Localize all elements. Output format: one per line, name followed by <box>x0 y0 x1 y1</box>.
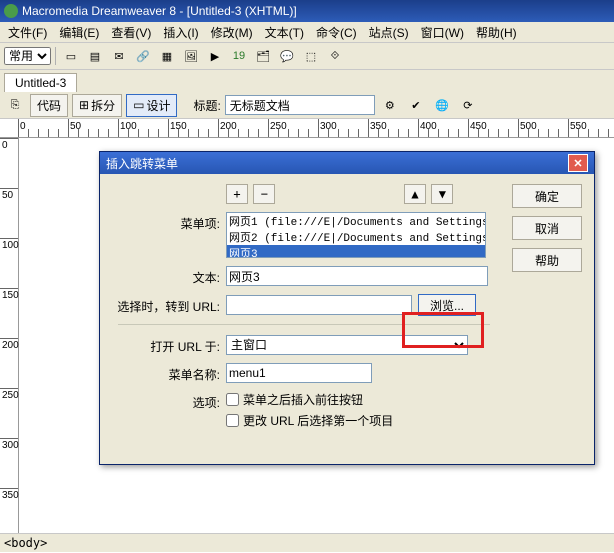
url-label: 选择时，转到 URL: <box>110 295 226 315</box>
toolbar-icon[interactable]: ✉ <box>108 45 130 67</box>
browse-button[interactable]: 浏览... <box>418 294 476 316</box>
insert-jump-menu-dialog: 插入跳转菜单 ✕ 确定 取消 帮助 + − ▲ ▼ 菜单项: <box>99 151 595 465</box>
document-tab-row: Untitled-3 <box>0 70 614 92</box>
open-in-label: 打开 URL 于: <box>110 335 226 355</box>
menu-bar: 文件(F) 编辑(E) 查看(V) 插入(I) 修改(M) 文本(T) 命令(C… <box>0 22 614 43</box>
menu-view[interactable]: 查看(V) <box>105 22 157 43</box>
document-toolbar: ⎘ 代码 ⊞ 拆分 ▭ 设计 标题: ⚙ ✔ 🌐 ⟳ <box>0 92 614 119</box>
ok-button[interactable]: 确定 <box>512 184 582 208</box>
code-only-icon[interactable]: ⎘ <box>4 94 26 116</box>
menu-insert[interactable]: 插入(I) <box>157 22 204 43</box>
toolbar-icon[interactable]: 💬 <box>276 45 298 67</box>
menu-modify[interactable]: 修改(M) <box>205 22 259 43</box>
view-code-button[interactable]: 代码 <box>30 94 68 117</box>
app-logo-icon <box>4 4 18 18</box>
window-title: Macromedia Dreamweaver 8 - [Untitled-3 (… <box>22 4 610 18</box>
toolbar-icon[interactable]: ▤ <box>84 45 106 67</box>
menu-name-label: 菜单名称: <box>110 363 226 383</box>
toolbar-icon[interactable]: ⚙ <box>379 94 401 116</box>
checkbox[interactable] <box>226 393 239 406</box>
menu-edit[interactable]: 编辑(E) <box>53 22 105 43</box>
menu-commands[interactable]: 命令(C) <box>310 22 363 43</box>
text-label: 文本: <box>110 266 226 286</box>
menu-window[interactable]: 窗口(W) <box>415 22 470 43</box>
toolbar-icon[interactable]: 🌐 <box>431 94 453 116</box>
item-text-input[interactable] <box>226 266 488 286</box>
help-button[interactable]: 帮助 <box>512 248 582 272</box>
toolbar-icon[interactable]: ✔ <box>405 94 427 116</box>
menu-text[interactable]: 文本(T) <box>259 22 310 43</box>
toolbar-icon[interactable]: ▦ <box>156 45 178 67</box>
toolbar-icon[interactable]: ⬚ <box>300 45 322 67</box>
menu-site[interactable]: 站点(S) <box>363 22 415 43</box>
remove-item-button[interactable]: − <box>253 184 275 204</box>
option-select-first-after-url-change[interactable]: 更改 URL 后选择第一个项目 <box>226 412 498 429</box>
toolbar-icon[interactable]: 19 <box>228 45 250 67</box>
list-item[interactable]: 网页3 <box>227 245 485 258</box>
window-titlebar: Macromedia Dreamweaver 8 - [Untitled-3 (… <box>0 0 614 22</box>
toolbar-icon[interactable]: ⟳ <box>457 94 479 116</box>
separator <box>118 324 490 325</box>
dialog-title: 插入跳转菜单 <box>106 155 568 172</box>
horizontal-ruler: 050100150200250300350400450500550600 <box>0 119 614 138</box>
move-up-button[interactable]: ▲ <box>404 184 426 204</box>
tag-selector[interactable]: <body> <box>4 536 47 550</box>
add-item-button[interactable]: + <box>226 184 248 204</box>
document-title-input[interactable] <box>225 95 375 115</box>
menu-items-label: 菜单项: <box>110 212 226 232</box>
options-label: 选项: <box>110 391 226 411</box>
insert-category-select[interactable]: 常用 <box>4 47 51 65</box>
option-insert-go-button[interactable]: 菜单之后插入前往按钮 <box>226 391 498 408</box>
dialog-titlebar: 插入跳转菜单 ✕ <box>100 152 594 174</box>
view-split-button[interactable]: ⊞ 拆分 <box>72 94 122 117</box>
dialog-close-button[interactable]: ✕ <box>568 154 588 172</box>
toolbar-icon[interactable]: ▶ <box>204 45 226 67</box>
insert-toolbar: 常用 ▭ ▤ ✉ 🔗 ▦ 🖼 ▶ 19 🗂 💬 ⬚ ⟐ <box>0 43 614 70</box>
list-item[interactable]: 网页1 (file:///E|/Documents and Settings, <box>227 213 485 229</box>
list-item[interactable]: 网页2 (file:///E|/Documents and Settings, <box>227 229 485 245</box>
cancel-button[interactable]: 取消 <box>512 216 582 240</box>
document-tab[interactable]: Untitled-3 <box>4 73 77 92</box>
title-label: 标题: <box>193 97 220 114</box>
toolbar-icon[interactable]: 🔗 <box>132 45 154 67</box>
move-down-button[interactable]: ▼ <box>431 184 453 204</box>
menu-items-listbox[interactable]: 网页1 (file:///E|/Documents and Settings, … <box>226 212 486 258</box>
vertical-ruler: 050100150200250300350 <box>0 138 19 533</box>
toolbar-icon[interactable]: ⟐ <box>324 45 346 67</box>
open-in-select[interactable]: 主窗口 <box>226 335 468 355</box>
status-bar: <body> <box>0 533 614 552</box>
toolbar-icon[interactable]: 🗂 <box>252 45 274 67</box>
menu-file[interactable]: 文件(F) <box>2 22 53 43</box>
menu-name-input[interactable] <box>226 363 372 383</box>
checkbox[interactable] <box>226 414 239 427</box>
view-design-button[interactable]: ▭ 设计 <box>126 94 177 117</box>
url-input[interactable] <box>226 295 412 315</box>
menu-help[interactable]: 帮助(H) <box>470 22 523 43</box>
toolbar-icon[interactable]: ▭ <box>60 45 82 67</box>
toolbar-icon[interactable]: 🖼 <box>180 45 202 67</box>
